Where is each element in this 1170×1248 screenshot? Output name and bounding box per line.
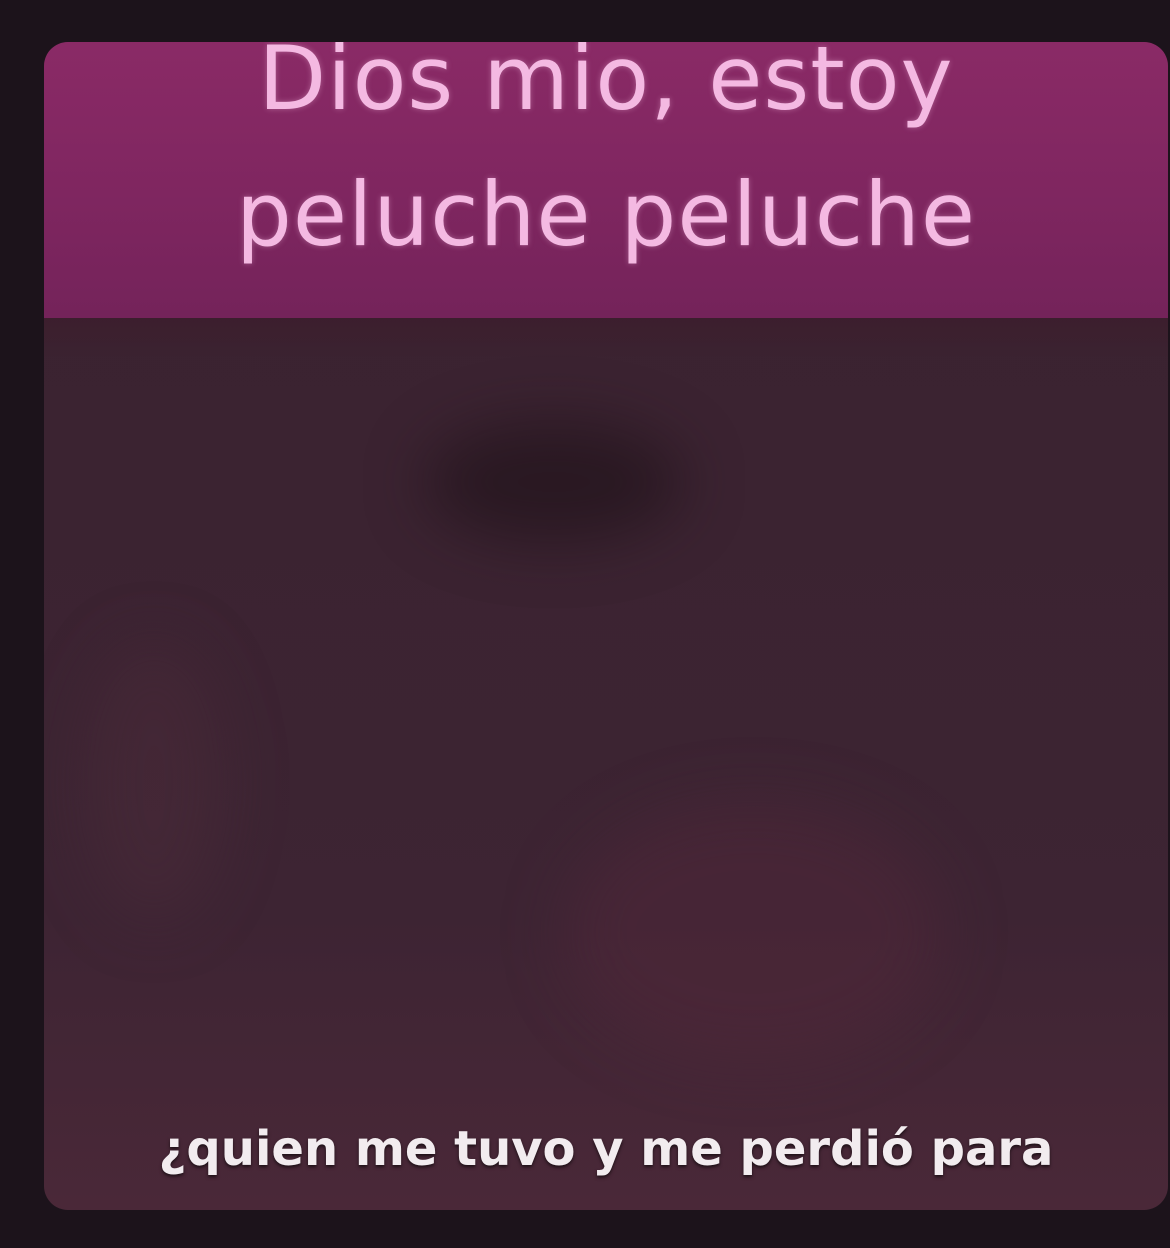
background-shadow xyxy=(424,422,684,542)
meme-caption-line-2: peluche peluche xyxy=(235,163,976,266)
video-frame: Dios mio, estoy peluche peluche ¿quien m… xyxy=(44,42,1168,1210)
video-subtitle: ¿quien me tuvo y me perdió para reírme? xyxy=(44,1106,1168,1210)
video-subtitle-line-1: ¿quien me tuvo y me perdió para xyxy=(158,1121,1054,1177)
caption-band-shadow xyxy=(44,318,1168,358)
meme-caption-band: Dios mio, estoy peluche peluche xyxy=(44,42,1168,318)
background-shadow xyxy=(84,642,224,922)
screen-background: Dios mio, estoy peluche peluche ¿quien m… xyxy=(0,0,1170,1248)
video-subtitle-line-2: reírme? xyxy=(44,1192,1168,1210)
meme-caption-line-1: Dios mio, estoy xyxy=(258,42,954,130)
background-shadow xyxy=(564,802,944,1062)
